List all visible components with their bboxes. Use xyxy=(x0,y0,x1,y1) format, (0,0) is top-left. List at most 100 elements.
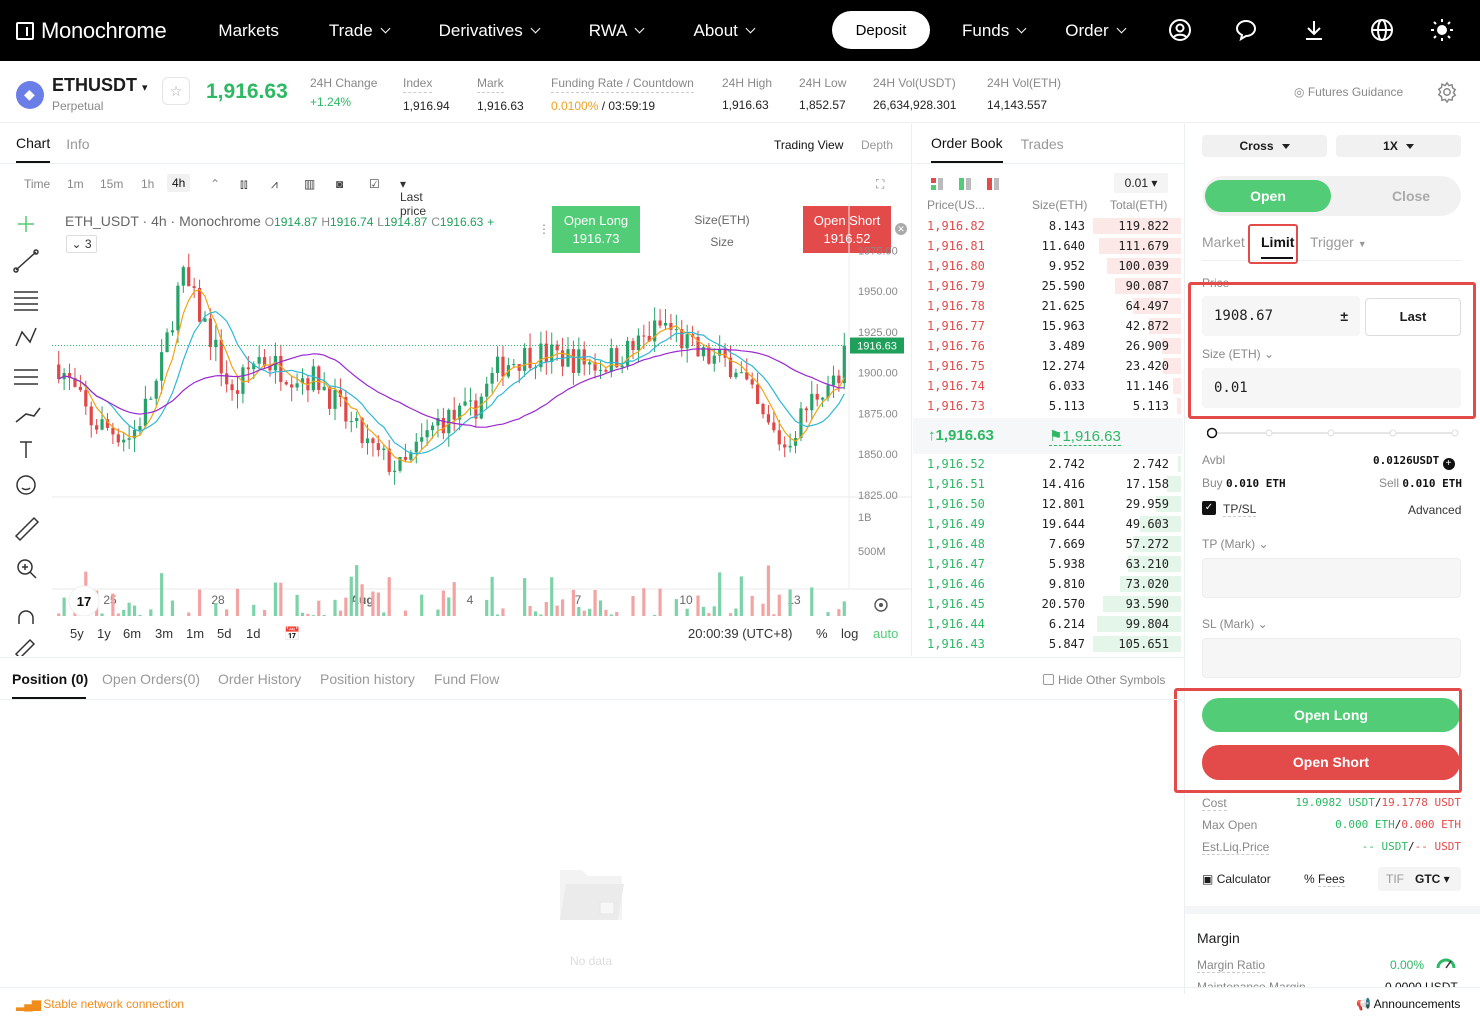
timeframe-time[interactable]: Time xyxy=(24,177,50,191)
range-1m[interactable]: 1m xyxy=(186,626,204,641)
leverage-select[interactable]: 1X xyxy=(1336,135,1461,157)
range-5d[interactable]: 5d xyxy=(217,626,231,641)
chevron-up-icon[interactable]: ⌃ xyxy=(210,177,220,191)
download-icon[interactable] xyxy=(1302,18,1326,42)
bids-view-icon[interactable] xyxy=(959,178,971,190)
orderbook-row[interactable]: 1,916.81 11.640 111.679 xyxy=(913,236,1183,256)
nav-rwa[interactable]: RWA xyxy=(589,21,645,41)
timeframe-1m[interactable]: 1m xyxy=(67,177,84,191)
pattern-icon[interactable] xyxy=(15,327,37,347)
close-tab[interactable]: Close xyxy=(1353,180,1469,212)
log-toggle[interactable]: log xyxy=(841,626,858,641)
orderbook-row[interactable]: 1,916.46 9.810 73.020 xyxy=(913,574,1183,594)
orderbook-row[interactable]: 1,916.51 14.416 17.158 xyxy=(913,474,1183,494)
nav-funds[interactable]: Funds xyxy=(962,21,1027,41)
tab-position[interactable]: Position (0) xyxy=(12,671,88,687)
crosshair-icon[interactable] xyxy=(18,216,34,232)
auto-toggle[interactable]: auto xyxy=(873,626,898,641)
settings-gear-icon[interactable] xyxy=(1436,81,1458,103)
tp-trigger-select[interactable]: TP (Mark) ⌄ xyxy=(1202,537,1269,551)
tp-input[interactable] xyxy=(1202,558,1461,598)
futures-guidance-link[interactable]: ◎ Futures Guidance xyxy=(1294,85,1403,99)
orderbook-row[interactable]: 1,916.77 15.963 42.872 xyxy=(913,316,1183,336)
orderbook-row[interactable]: 1,916.50 12.801 29.959 xyxy=(913,494,1183,514)
pair-selector[interactable]: ETHUSDT ▾ xyxy=(52,75,148,96)
nav-about[interactable]: About xyxy=(693,21,756,41)
nav-order[interactable]: Order xyxy=(1065,21,1127,41)
orderbook-row[interactable]: 1,916.48 7.669 57.272 xyxy=(913,534,1183,554)
tab-position-history[interactable]: Position history xyxy=(320,671,415,687)
tab-trades[interactable]: Trades xyxy=(1021,126,1064,162)
edit-icon[interactable]: ☑ xyxy=(369,177,380,191)
fib-icon[interactable] xyxy=(14,369,38,385)
camera-icon[interactable]: ◙ xyxy=(336,177,343,191)
hide-other-symbols-checkbox[interactable]: Hide Other Symbols xyxy=(1043,673,1165,687)
tpsl-checkbox[interactable]: ✓ xyxy=(1202,501,1216,515)
orderbook-row[interactable]: 1,916.47 5.938 63.210 xyxy=(913,554,1183,574)
advanced-link[interactable]: Advanced xyxy=(1408,503,1461,517)
open-tab[interactable]: Open xyxy=(1205,180,1331,212)
deposit-button[interactable]: Deposit xyxy=(832,11,930,49)
precision-select[interactable]: 0.01 ▾ xyxy=(1114,173,1168,193)
order-type-market[interactable]: Market xyxy=(1202,234,1245,250)
trendline-icon[interactable] xyxy=(13,249,39,273)
margin-mode-select[interactable]: Cross xyxy=(1202,135,1327,157)
ruler-icon[interactable] xyxy=(14,516,40,542)
range-5y[interactable]: 5y xyxy=(70,626,84,641)
zoom-in-icon[interactable] xyxy=(17,559,37,579)
sl-trigger-select[interactable]: SL (Mark) ⌄ xyxy=(1202,617,1268,631)
nav-derivatives[interactable]: Derivatives xyxy=(439,21,541,41)
nav-markets[interactable]: Markets xyxy=(218,21,278,41)
orderbook-row[interactable]: 1,916.76 3.489 26.909 xyxy=(913,336,1183,356)
orderbook-row[interactable]: 1,916.79 25.590 90.087 xyxy=(913,276,1183,296)
calculator-button[interactable]: ▣ Calculator xyxy=(1202,872,1271,886)
tab-order-book[interactable]: Order Book xyxy=(931,125,1003,163)
range-1d[interactable]: 1d xyxy=(246,626,260,641)
sl-input[interactable] xyxy=(1202,638,1461,678)
timeframe-15m[interactable]: 15m xyxy=(100,177,123,191)
orderbook-row[interactable]: 1,916.74 6.033 11.146 xyxy=(913,376,1183,396)
price-type-select[interactable]: Last price ▾ xyxy=(400,177,426,218)
orderbook-row[interactable]: 1,916.44 6.214 99.804 xyxy=(913,614,1183,634)
orderbook-row[interactable]: 1,916.80 9.952 100.039 xyxy=(913,256,1183,276)
both-sides-view-icon[interactable] xyxy=(931,178,943,190)
size-slider[interactable] xyxy=(1207,427,1459,439)
tab-info[interactable]: Info xyxy=(66,126,89,162)
fees-button[interactable]: % Fees xyxy=(1304,872,1345,887)
nav-trade[interactable]: Trade xyxy=(329,21,391,41)
orderbook-row[interactable]: 1,916.49 19.644 49.603 xyxy=(913,514,1183,534)
bar-chart-icon[interactable]: ▥ xyxy=(304,177,315,191)
emoji-icon[interactable] xyxy=(16,475,36,495)
trading-view-toggle[interactable]: Trading View xyxy=(774,138,843,152)
add-funds-icon[interactable]: + xyxy=(1442,458,1455,470)
range-6m[interactable]: 6m xyxy=(123,626,141,641)
text-tool-icon[interactable] xyxy=(20,441,32,458)
orderbook-row[interactable]: 1,916.75 12.274 23.420 xyxy=(913,356,1183,376)
tab-order-history[interactable]: Order History xyxy=(218,671,301,687)
range-3m[interactable]: 3m xyxy=(155,626,173,641)
user-icon[interactable] xyxy=(1168,18,1192,42)
orderbook-row[interactable]: 1,916.78 21.625 64.497 xyxy=(913,296,1183,316)
theme-icon[interactable] xyxy=(1430,18,1454,42)
percent-toggle[interactable]: % xyxy=(816,626,828,641)
announcements-link[interactable]: 📢 Announcements xyxy=(1356,997,1460,1011)
logo[interactable]: Monochrome xyxy=(16,18,167,44)
orderbook-row[interactable]: 1,916.52 2.742 2.742 xyxy=(913,454,1183,474)
horizontal-lines-icon[interactable] xyxy=(14,291,38,311)
orderbook-row[interactable]: 1,916.82 8.143 119.822 xyxy=(913,216,1183,236)
asks-view-icon[interactable] xyxy=(987,178,999,190)
orderbook-row[interactable]: 1,916.45 20.570 93.590 xyxy=(913,594,1183,614)
candlestick-chart[interactable]: 1975.00 1950.00 1925.00 1900.00 1875.00 1850.… xyxy=(52,204,912,616)
chat-icon[interactable] xyxy=(1234,18,1258,42)
brush-icon[interactable] xyxy=(15,407,41,423)
timeframe-1h[interactable]: 1h xyxy=(141,177,154,191)
calendar-icon[interactable]: 📅 xyxy=(284,626,300,642)
orderbook-row[interactable]: 1,916.43 5.847 105.651 xyxy=(913,634,1183,654)
tab-chart[interactable]: Chart xyxy=(16,125,51,163)
timeframe-4h[interactable]: 4h xyxy=(167,174,191,192)
orderbook-row[interactable]: 1,916.73 5.113 5.113 xyxy=(913,396,1183,416)
indicators-icon[interactable]: ⩘ xyxy=(271,177,278,192)
globe-icon[interactable] xyxy=(1370,18,1394,42)
depth-toggle[interactable]: Depth xyxy=(861,138,893,152)
tab-fund-flow[interactable]: Fund Flow xyxy=(434,671,499,687)
